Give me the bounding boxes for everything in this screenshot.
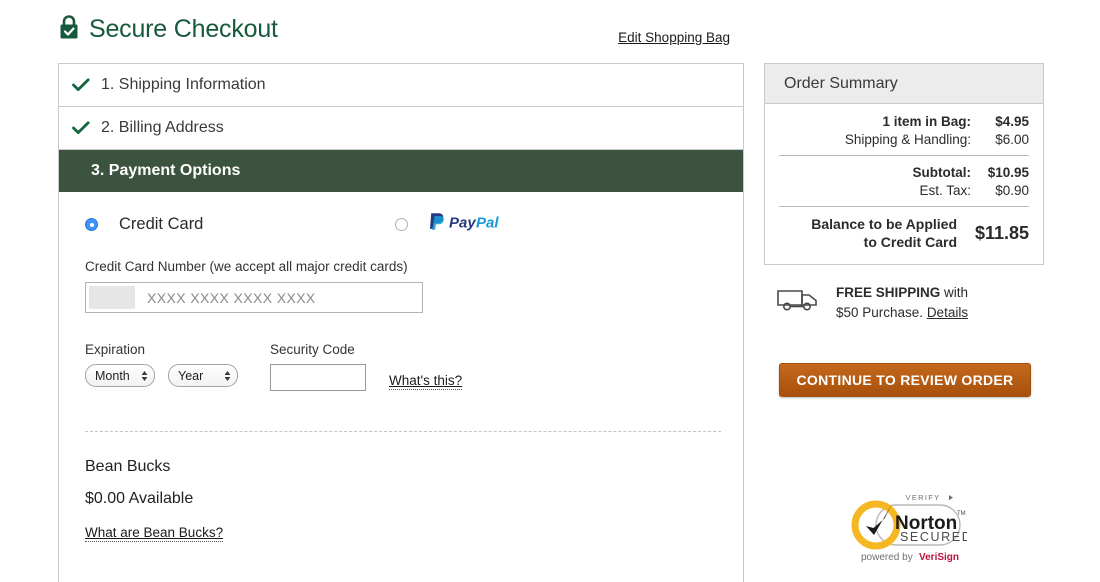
order-summary-header: Order Summary [765,64,1043,104]
balance-value: $11.85 [974,223,1029,243]
free-shipping-line2: $50 Purchase. [836,304,927,320]
lock-check-icon [58,14,80,45]
summary-row-subtotal: Subtotal: $10.95 [779,165,1030,180]
svg-text:Pay: Pay [449,215,476,232]
continue-button-label: CONTINUE TO REVIEW ORDER [796,372,1014,388]
what-are-bean-bucks-link[interactable]: What are Bean Bucks? [85,525,224,542]
summary-row-items: 1 item in Bag: $4.95 [779,114,1029,129]
checkout-panel: 1. Shipping Information 2. Billing Addre… [58,63,744,582]
expiration-month-select[interactable]: Month [85,364,155,387]
step-billing-address[interactable]: 2. Billing Address [59,107,743,150]
summary-divider [779,155,1029,156]
expiration-selects: Month Year [85,364,265,387]
paypal-logo: Pay Pal [428,211,506,238]
free-shipping-promo: FREE SHIPPING with $50 Purchase. Details [776,283,1046,322]
order-summary-panel: Order Summary 1 item in Bag: $4.95 Shipp… [764,63,1044,265]
step-payment-options[interactable]: 3. Payment Options [59,150,743,192]
summary-row-label: Shipping & Handling: [844,132,971,147]
expiration-group: Expiration Month Year [85,342,265,387]
security-code-label: Security Code [270,342,355,357]
free-shipping-rest: with [940,285,969,300]
summary-row-label: Subtotal: [912,165,972,180]
security-code-group: Security Code [270,342,366,391]
whats-this-link[interactable]: What's this? [389,373,463,390]
balance-label: Balance to be Applied to Credit Card [811,216,957,251]
payment-options-body: Credit Card Pay Pal Credit Card Number (… [59,192,743,542]
svg-text:Pal: Pal [476,215,499,232]
summary-row-value: $0.90 [995,183,1029,198]
credit-card-number-placeholder: XXXX XXXX XXXX XXXX [147,289,316,306]
expiration-year-select[interactable]: Year [168,364,238,387]
free-shipping-strong: FREE SHIPPING [836,285,941,300]
summary-row-label: Est. Tax: [919,183,971,198]
svg-text:VeriSign: VeriSign [919,552,959,563]
summary-divider [779,206,1029,207]
balance-label-line2: to Credit Card [863,233,957,250]
svg-text:powered by: powered by [861,552,913,563]
summary-row-value: $4.95 [995,114,1029,129]
expiration-year-value: Year [178,368,204,383]
expiration-label: Expiration [85,342,146,357]
svg-text:VERIFY: VERIFY [906,493,941,502]
check-icon [72,121,92,135]
free-shipping-text: FREE SHIPPING with $50 Purchase. Details [836,283,968,322]
paypal-option: Pay Pal [395,211,506,238]
credit-card-number-label: Credit Card Number (we accept all major … [85,259,408,274]
free-shipping-details-link[interactable]: Details [927,305,968,320]
continue-to-review-order-button[interactable]: CONTINUE TO REVIEW ORDER [779,363,1031,397]
checkout-page: Secure Checkout Edit Shopping Bag 1. Shi… [0,0,1100,582]
bean-bucks-title: Bean Bucks [85,458,171,475]
credit-card-radio[interactable] [85,218,98,231]
svg-text:SECURED: SECURED [900,530,967,544]
card-brand-placeholder-block [89,286,135,309]
bean-bucks-amount: $0.00 Available [85,490,194,507]
step-label: 3. Payment Options [91,162,241,179]
order-summary-body: 1 item in Bag: $4.95 Shipping & Handling… [765,104,1043,264]
page-header: Secure Checkout Edit Shopping Bag [58,14,1044,54]
page-title: Secure Checkout [89,15,278,43]
paypal-radio[interactable] [395,218,409,231]
summary-row-label: 1 item in Bag: [882,114,971,129]
secure-checkout-heading: Secure Checkout [58,14,278,45]
edit-shopping-bag-link[interactable]: Edit Shopping Bag [618,30,730,45]
step-shipping-information[interactable]: 1. Shipping Information [59,64,743,107]
truck-icon [776,287,822,319]
summary-row-tax: Est. Tax: $0.90 [779,183,1029,198]
step-label: 2. Billing Address [101,119,224,136]
step-label: 1. Shipping Information [101,76,266,93]
summary-row-shipping: Shipping & Handling: $6.00 [779,132,1029,147]
payment-method-row: Credit Card Pay Pal [59,192,743,233]
chevron-updown-icon [223,369,232,383]
balance-label-line1: Balance to be Applied [811,216,957,232]
order-summary-title: Order Summary [784,74,898,92]
check-icon [72,78,92,92]
credit-card-number-input[interactable]: XXXX XXXX XXXX XXXX [85,282,423,313]
expiration-month-value: Month [95,368,130,383]
security-code-input[interactable] [270,364,366,391]
summary-row-balance: Balance to be Applied to Credit Card $11… [779,216,1029,260]
svg-text:TM: TM [957,511,966,517]
summary-row-value: $6.00 [995,132,1029,147]
chevron-updown-icon [140,369,149,383]
credit-card-number-group: Credit Card Number (we accept all major … [59,259,743,313]
expiration-security-row: Expiration Month Year Security Code What… [59,342,743,391]
credit-card-label: Credit Card [119,215,204,233]
bean-bucks-section: Bean Bucks $0.00 Available What are Bean… [59,458,743,542]
section-divider [85,431,721,432]
norton-secured-badge: VERIFY Norton TM SECURED powered by Veri… [843,489,971,572]
summary-row-value: $10.95 [987,165,1029,180]
